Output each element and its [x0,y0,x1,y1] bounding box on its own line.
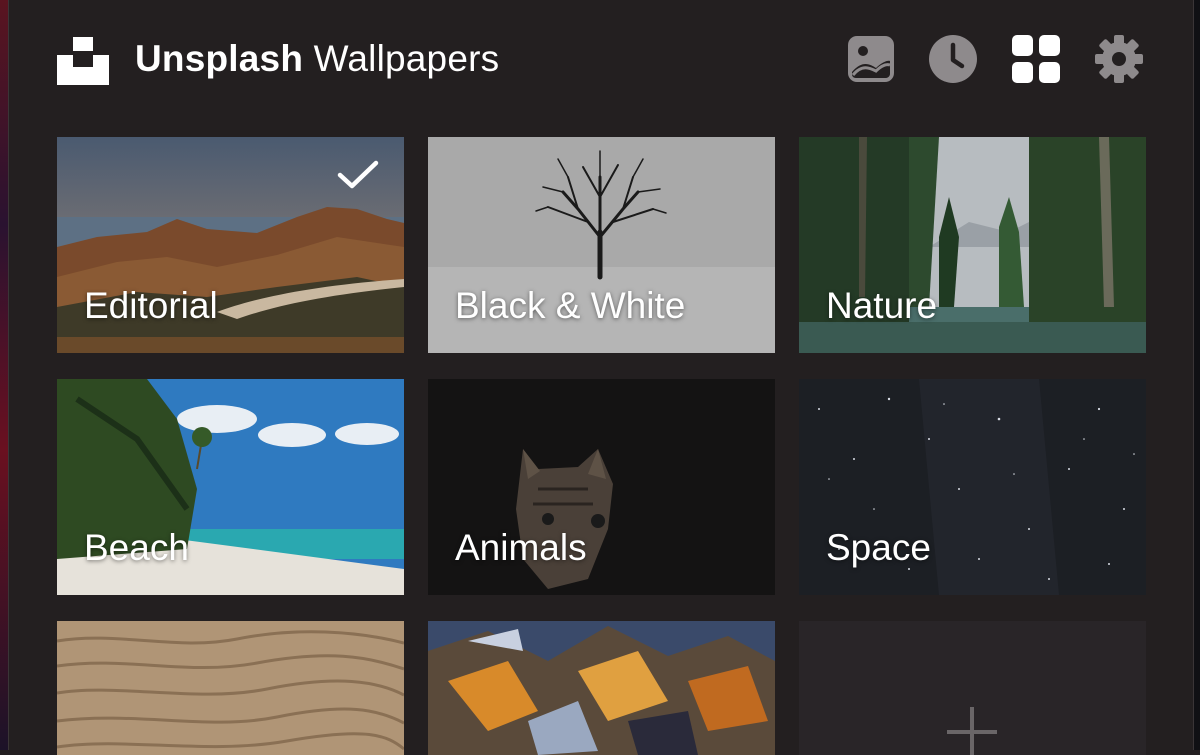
desert-thumbnail [57,621,404,755]
category-tile-editorial[interactable]: Editorial [57,137,404,353]
app-title-product: Wallpapers [313,38,500,79]
category-label: Beach [84,527,189,568]
unsplash-logo-icon [57,37,109,85]
desktop-background-right [1194,0,1200,750]
category-label: Nature [826,285,938,326]
clock-icon[interactable] [926,32,980,86]
grid-icon[interactable] [1009,32,1063,86]
category-tile-abstract[interactable] [428,621,775,755]
check-icon [337,160,379,189]
category-tile-nature[interactable]: Nature [799,137,1146,353]
app-title: Unsplash Wallpapers [135,38,499,80]
category-label: Black & White [455,285,686,326]
header: Unsplash Wallpapers [57,28,1145,90]
abstract-thumbnail [428,621,775,755]
category-tile-beach[interactable]: Beach [57,379,404,595]
category-tile-black-white[interactable]: Black & White [428,137,775,353]
category-label: Animals [455,527,587,568]
category-tile-space[interactable]: Space [799,379,1146,595]
category-label: Space [826,527,931,568]
photo-icon[interactable] [844,32,898,86]
category-tile-animals[interactable]: Animals [428,379,775,595]
app-window: Unsplash Wallpapers Editorial Black & Wh… [8,0,1194,755]
add-category-button[interactable] [799,621,1146,755]
plus-icon [947,707,997,755]
category-label: Editorial [84,285,218,326]
app-title-brand: Unsplash [135,38,304,79]
category-tile-desert[interactable] [57,621,404,755]
gear-icon[interactable] [1092,32,1146,86]
desktop-background [0,0,8,750]
